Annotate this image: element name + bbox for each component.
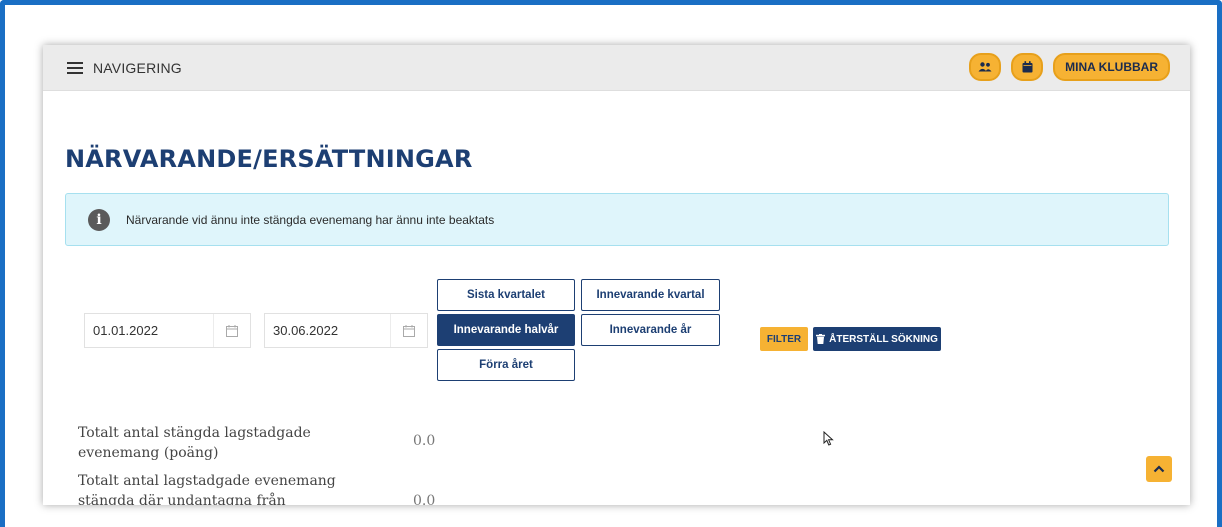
navigation-toggle[interactable]: NAVIGERING — [67, 57, 182, 79]
current-half-year-button[interactable]: Innevarande halvår — [437, 314, 575, 346]
alert-text: Närvarande vid ännu inte stängda evenema… — [126, 212, 495, 227]
navigation-label: NAVIGERING — [93, 60, 182, 76]
stat-label: Totalt antal lagstadgade evenemang stäng… — [78, 473, 336, 505]
calendar-button[interactable] — [1011, 53, 1044, 81]
date-to-field[interactable]: 30.06.2022 — [264, 313, 428, 348]
previous-year-button[interactable]: Förra året — [437, 349, 575, 381]
reset-search-label: ÅTERSTÄLL SÖKNING — [829, 333, 938, 345]
calendar-picker-icon[interactable] — [390, 314, 427, 347]
calendar-icon — [1022, 61, 1033, 73]
chevron-up-icon — [1153, 465, 1165, 473]
top-actions: MINA KLUBBAR — [969, 53, 1170, 81]
current-quarter-button[interactable]: Innevarande kvartal — [581, 279, 720, 311]
info-alert: i Närvarande vid ännu inte stängda evene… — [65, 193, 1169, 246]
date-from-field[interactable]: 01.01.2022 — [84, 313, 251, 348]
date-from-value: 01.01.2022 — [93, 323, 159, 338]
filter-button[interactable]: FILTER — [760, 327, 808, 351]
stat-value: 0.0 — [413, 493, 436, 505]
mouse-cursor-icon — [823, 431, 834, 446]
page-title: NÄRVARANDE/ERSÄTTNINGAR — [65, 145, 473, 173]
stat-label: Totalt antal stängda lagstadgade evenema… — [78, 425, 311, 461]
info-icon: i — [88, 208, 110, 231]
menu-icon — [67, 62, 83, 74]
my-clubs-button[interactable]: MINA KLUBBAR — [1053, 53, 1170, 81]
stat-value: 0.0 — [413, 433, 436, 449]
date-to-value: 30.06.2022 — [273, 323, 339, 338]
top-bar: NAVIGERING MINA KLUBBAR — [43, 45, 1190, 91]
last-quarter-button[interactable]: Sista kvartalet — [437, 279, 575, 311]
reset-search-button[interactable]: ÅTERSTÄLL SÖKNING — [813, 327, 941, 351]
members-button[interactable] — [969, 53, 1002, 81]
trash-icon — [816, 334, 826, 344]
users-icon — [978, 62, 992, 72]
current-year-button[interactable]: Innevarande år — [581, 314, 720, 346]
scroll-to-top-button[interactable] — [1146, 456, 1172, 482]
app-window: NAVIGERING MINA KLUBBAR NÄRVARANDE/ERSÄT… — [43, 45, 1190, 505]
calendar-picker-icon[interactable] — [213, 314, 250, 347]
